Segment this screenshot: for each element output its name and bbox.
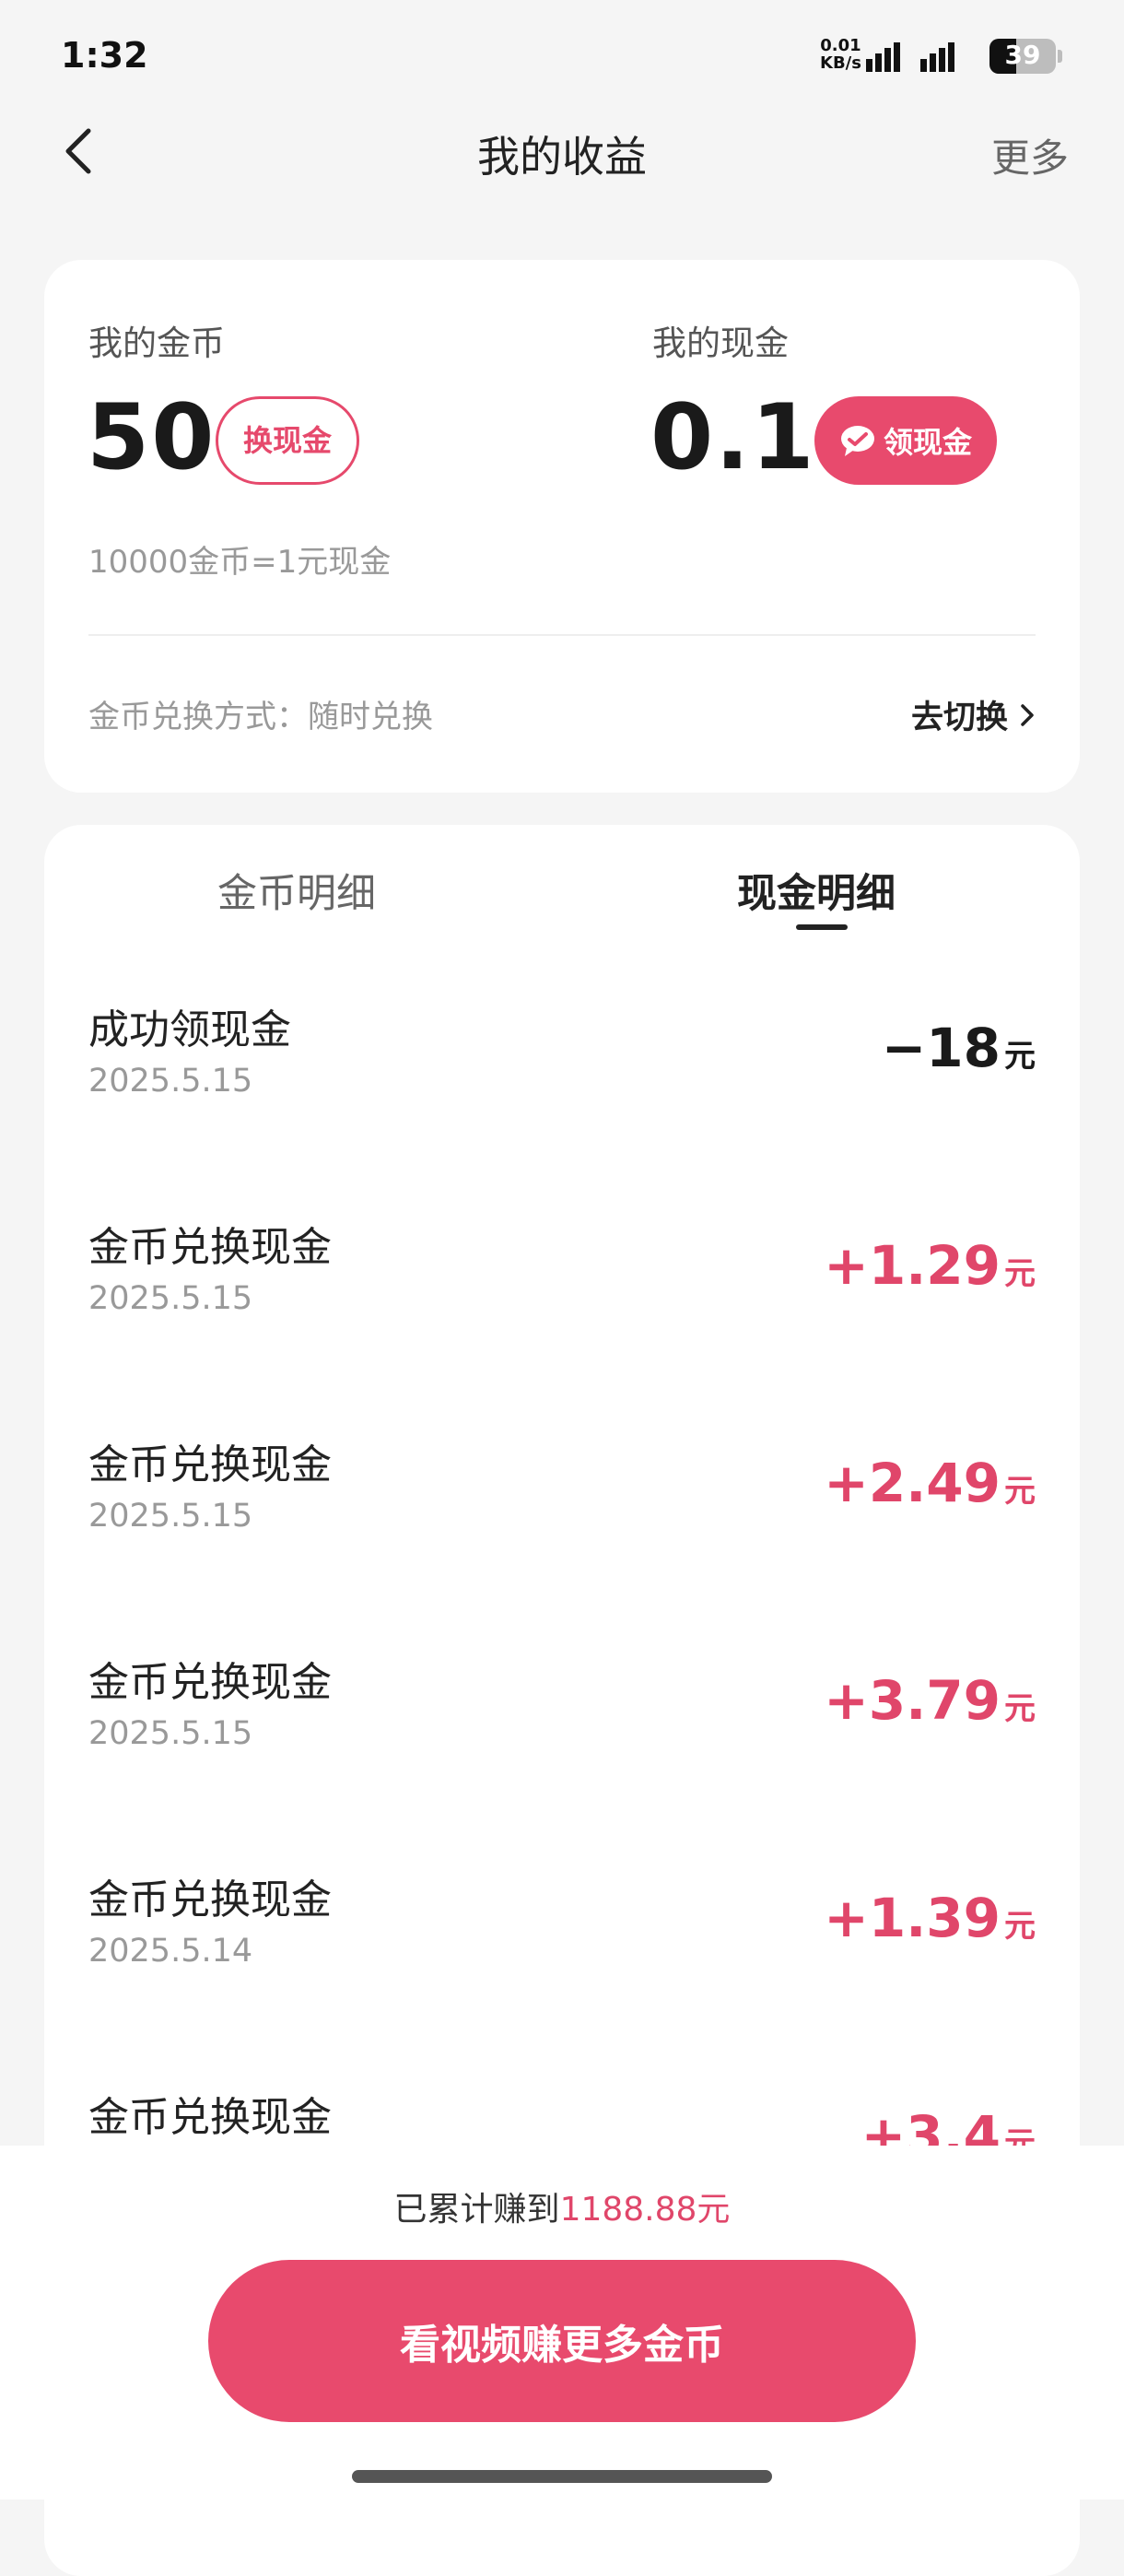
battery-tip (1058, 50, 1062, 63)
transaction-date: 2025.5.15 (88, 1280, 253, 1317)
earnings-summary-card: 我的金币 50 换现金 我的现金 0.1 领现金 10000金币=1元现金 金币… (44, 260, 1080, 793)
signal-icon (866, 41, 954, 72)
battery-icon: 39 (989, 39, 1056, 74)
transaction-title: 金币兑换现金 (88, 2094, 332, 2141)
exchange-cash-button[interactable]: 换现金 (216, 396, 359, 485)
transaction-amount: +3.79 元 (824, 1669, 1036, 1732)
status-time: 1:32 (61, 35, 148, 76)
transaction-title: 金币兑换现金 (88, 1659, 332, 1706)
active-tab-indicator (796, 924, 848, 930)
nav-bar: 我的收益 更多 (0, 111, 1124, 194)
watch-video-button[interactable]: 看视频赚更多金币 (208, 2260, 916, 2422)
network-speed-value: 0.01 (820, 36, 861, 55)
list-item: 金币兑换现金 2025.5.14 +1.39 元 (44, 1866, 1080, 2084)
transaction-amount: +1.29 元 (824, 1234, 1036, 1297)
page-title: 我的收益 (477, 132, 647, 182)
transaction-amount: +2.49 元 (824, 1452, 1036, 1514)
list-item: 金币兑换现金 2025.5.15 +3.79 元 (44, 1649, 1080, 1866)
transaction-title: 金币兑换现金 (88, 1441, 332, 1488)
cash-label: 我的现金 (652, 323, 789, 363)
status-bar: 1:32 0.01 KB/s 39 (0, 0, 1124, 111)
cash-value: 0.1 (650, 385, 816, 490)
home-indicator[interactable] (352, 2470, 772, 2483)
bottom-bar: 已累计赚到1188.88元 看视频赚更多金币 (0, 2146, 1124, 2500)
transaction-amount: +1.39 元 (824, 1887, 1036, 1949)
list-item: 金币兑换现金 2025.5.15 +2.49 元 (44, 1431, 1080, 1649)
coins-label: 我的金币 (88, 323, 225, 363)
tab-cash-details[interactable]: 现金明细 (737, 862, 896, 919)
network-speed: 0.01 KB/s (820, 37, 861, 72)
list-item: 金币兑换现金 2025.5.15 +1.29 元 (44, 1214, 1080, 1431)
total-earned-text: 已累计赚到1188.88元 (0, 2182, 1124, 2230)
withdraw-cash-label: 领现金 (883, 425, 972, 460)
chevron-right-icon (1021, 703, 1034, 726)
divider (88, 634, 1036, 636)
battery-level: 39 (1004, 40, 1041, 70)
transaction-title: 成功领现金 (88, 1006, 291, 1053)
exchange-method-text: 金币兑换方式：随时兑换 (88, 699, 433, 735)
transaction-date: 2025.5.14 (88, 1933, 253, 1970)
transaction-date: 2025.5.15 (88, 1715, 253, 1752)
transaction-amount: −18 元 (881, 1017, 1036, 1079)
switch-method-label: 去切换 (910, 700, 1008, 736)
transaction-title: 金币兑换现金 (88, 1876, 332, 1923)
transaction-date: 2025.5.15 (88, 1498, 253, 1535)
wechat-icon (840, 426, 874, 456)
tab-coin-details[interactable]: 金币明细 (217, 862, 376, 919)
list-item: 成功领现金 2025.5.15 −18 元 (44, 996, 1080, 1214)
withdraw-cash-button[interactable]: 领现金 (814, 396, 997, 485)
network-speed-unit: KB/s (820, 53, 861, 73)
more-button[interactable]: 更多 (991, 127, 1069, 183)
switch-method-link[interactable]: 去切换 (911, 691, 1036, 738)
total-earned-amount: 1188.88元 (559, 2191, 731, 2229)
transaction-date: 2025.5.15 (88, 1063, 253, 1100)
coins-value: 50 (87, 385, 217, 490)
exchange-rate-text: 10000金币=1元现金 (88, 544, 392, 581)
transaction-title: 金币兑换现金 (88, 1224, 332, 1271)
total-earned-prefix: 已累计赚到 (393, 2191, 560, 2229)
